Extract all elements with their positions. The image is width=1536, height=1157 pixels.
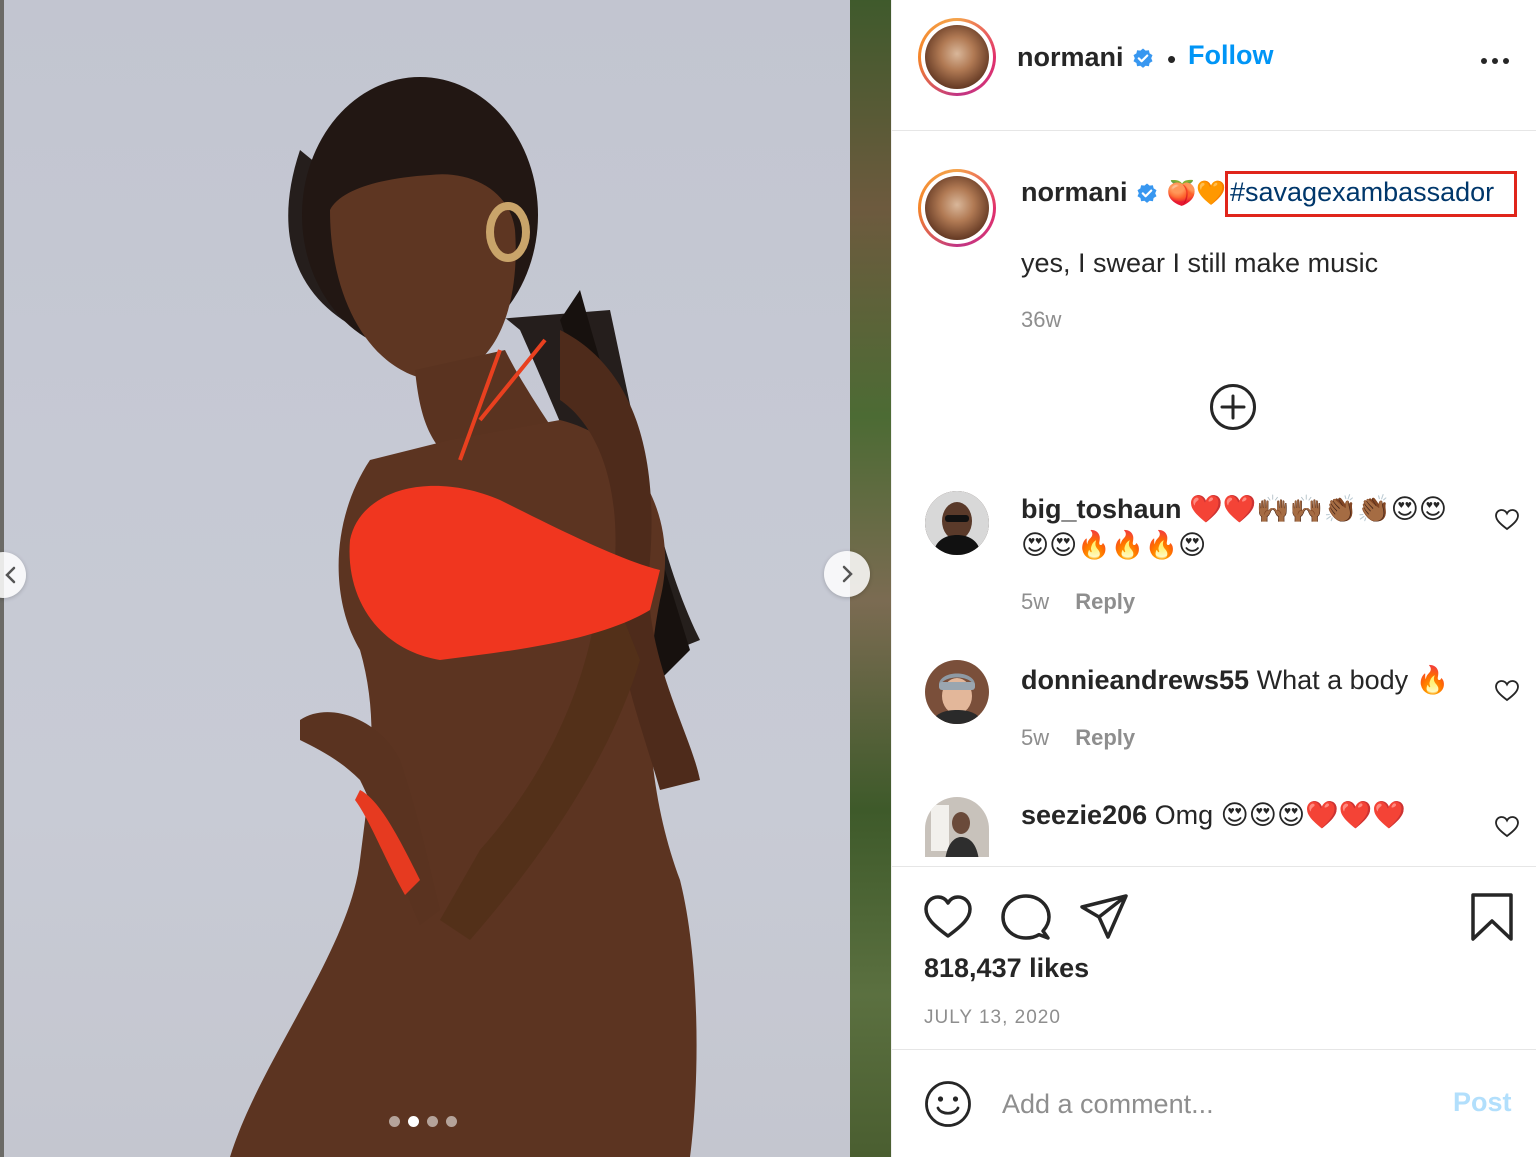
comment-username[interactable]: big_toshaun <box>1021 494 1182 524</box>
bookmark-icon[interactable] <box>1466 891 1518 943</box>
follow-separator: • <box>1167 44 1177 74</box>
heart-icon[interactable] <box>1494 507 1520 533</box>
carousel-dot <box>389 1116 400 1127</box>
comment-reply-button[interactable]: Reply <box>1075 589 1135 614</box>
commenter-photo <box>925 660 989 724</box>
post-date[interactable]: JULY 13, 2020 <box>924 1007 1061 1029</box>
post-photo <box>0 0 850 1157</box>
comment-avatar[interactable] <box>925 660 989 724</box>
comment-username[interactable]: seezie206 <box>1021 800 1147 830</box>
carousel-dot <box>427 1116 438 1127</box>
heart-icon[interactable] <box>922 891 974 943</box>
heart-icon[interactable] <box>1494 814 1520 840</box>
caption-timestamp[interactable]: 36w <box>1021 307 1061 333</box>
chevron-left-icon <box>5 566 16 584</box>
commenter-photo <box>925 491 989 555</box>
author-avatar[interactable] <box>918 18 996 96</box>
plus-circle-icon[interactable] <box>1209 383 1257 431</box>
verified-badge-icon <box>1137 183 1157 203</box>
comment-avatar[interactable] <box>925 797 989 857</box>
carousel-indicator <box>389 1116 457 1127</box>
post-media <box>0 0 891 1157</box>
likes-count[interactable]: 818,437 likes <box>924 953 1089 984</box>
post-sidebar: normani • Follow normani 🍑🧡 #savagexamba… <box>891 0 1536 1157</box>
chevron-right-icon <box>842 565 853 583</box>
caption-text: yes, I swear I still make music <box>1021 248 1379 278</box>
comment-avatar[interactable] <box>925 491 989 555</box>
post-comment-button[interactable]: Post <box>1453 1087 1512 1118</box>
comment-bubble-icon[interactable] <box>1000 891 1052 943</box>
comment-input[interactable] <box>1002 1084 1422 1124</box>
follow-button[interactable]: Follow <box>1188 40 1273 71</box>
caption-username[interactable]: normani 🍑🧡 <box>1021 177 1226 208</box>
more-options-icon[interactable] <box>1478 48 1512 72</box>
caption-author-avatar[interactable] <box>918 169 996 247</box>
comment-body: seezie206 Omg 😍😍😍❤️❤️❤️ <box>1021 797 1471 833</box>
heart-icon[interactable] <box>1494 678 1520 704</box>
caption-hashtag-link[interactable]: #savagexambassador <box>1230 177 1494 208</box>
author-username-text[interactable]: normani <box>1017 42 1124 72</box>
comment-body: donnieandrews55 What a body 🔥 <box>1021 662 1471 698</box>
comment-reply-button[interactable]: Reply <box>1075 725 1135 750</box>
verified-badge-icon <box>1133 48 1153 68</box>
author-username[interactable]: normani <box>1017 42 1155 73</box>
comment-body: big_toshaun ❤️❤️🙌🏾🙌🏾👏🏾👏🏾😍😍😍😍🔥🔥🔥😍 <box>1021 491 1471 563</box>
comment-time[interactable]: 5w <box>1021 725 1049 750</box>
caption-username-text[interactable]: normani <box>1021 177 1128 207</box>
post-header: normani • Follow <box>892 0 1536 131</box>
comment-text: What a body 🔥 <box>1256 665 1450 695</box>
carousel-dot <box>446 1116 457 1127</box>
carousel-dot-active <box>408 1116 419 1127</box>
carousel-next-button[interactable] <box>824 551 870 597</box>
comment-text: Omg 😍😍😍❤️❤️❤️ <box>1154 800 1406 830</box>
paper-plane-icon[interactable] <box>1078 891 1130 943</box>
comment-username[interactable]: donnieandrews55 <box>1021 665 1249 695</box>
caption-emoji: 🍑🧡 <box>1166 180 1227 207</box>
emoji-smile-icon[interactable] <box>924 1080 972 1128</box>
photo-illustration <box>230 77 700 1157</box>
post-actions: 818,437 likes JULY 13, 2020 <box>892 866 1536 1050</box>
comment-meta: 5w Reply <box>1021 725 1135 751</box>
commenter-photo <box>925 797 989 857</box>
comment-composer: Post <box>892 1049 1536 1157</box>
comment-time[interactable]: 5w <box>1021 589 1049 614</box>
comment-meta: 5w Reply <box>1021 589 1135 615</box>
